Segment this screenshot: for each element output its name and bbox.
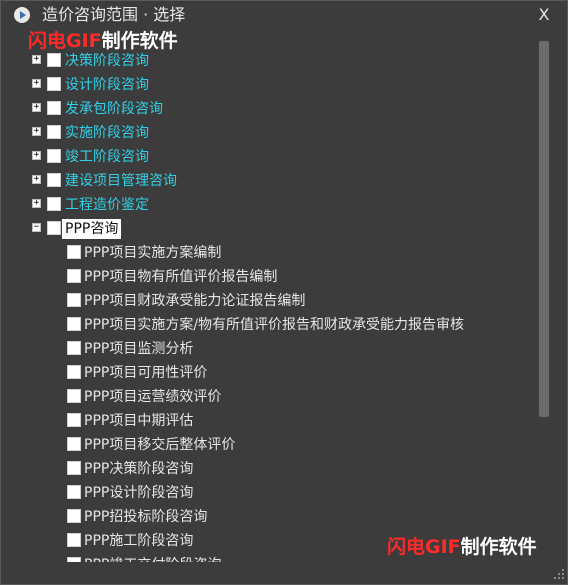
tree-item-label-selected[interactable]: PPP咨询 [62, 219, 122, 239]
tree-item-label[interactable]: 工程造价鉴定 [65, 193, 149, 217]
tree-item-ppp[interactable]: − PPP咨询 [29, 217, 534, 241]
tree-child-item[interactable]: PPP招投标阶段咨询 [29, 505, 534, 529]
checkbox[interactable] [67, 533, 81, 547]
app-arrow-icon [14, 7, 30, 23]
checkbox[interactable] [67, 485, 81, 499]
checkbox[interactable] [67, 269, 81, 283]
window-title: 造价咨询范围 · 选择 [42, 5, 186, 24]
tree-item-bidding[interactable]: + 发承包阶段咨询 [29, 97, 534, 121]
tree-child-item[interactable]: PPP设计阶段咨询 [29, 481, 534, 505]
checkbox[interactable] [67, 341, 81, 355]
tree-item-label[interactable]: 实施阶段咨询 [65, 121, 149, 145]
tree-child-label[interactable]: PPP决策阶段咨询 [84, 457, 193, 481]
checkbox[interactable] [67, 509, 81, 523]
tree-child-item[interactable]: PPP项目物有所值评价报告编制 [29, 265, 534, 289]
checkbox[interactable] [67, 293, 81, 307]
checkbox[interactable] [67, 317, 81, 331]
expand-icon[interactable]: + [32, 127, 41, 136]
scope-tree: + 决策阶段咨询 + 设计阶段咨询 + 发承包阶段咨询 + 实施阶段咨询 + 竣… [29, 49, 534, 562]
tree-child-label[interactable]: PPP项目财政承受能力论证报告编制 [84, 289, 305, 313]
tree-child-label[interactable]: PPP项目中期评估 [84, 409, 193, 433]
tree-child-item[interactable]: PPP决策阶段咨询 [29, 457, 534, 481]
expand-icon[interactable]: + [32, 151, 41, 160]
tree-child-label[interactable]: PPP招投标阶段咨询 [84, 505, 207, 529]
scrollbar-thumb[interactable] [539, 41, 549, 417]
expand-icon[interactable]: + [32, 199, 41, 208]
tree-item-label[interactable]: 设计阶段咨询 [65, 73, 149, 97]
tree-item-label[interactable]: 发承包阶段咨询 [65, 97, 163, 121]
tree-child-label[interactable]: PPP项目可用性评价 [84, 361, 207, 385]
tree-item-label[interactable]: 决策阶段咨询 [65, 49, 149, 73]
expand-icon[interactable]: + [32, 79, 41, 88]
tree-child-item[interactable]: PPP项目运营绩效评价 [29, 385, 534, 409]
tree-child-label[interactable]: PPP项目移交后整体评价 [84, 433, 235, 457]
tree-item-completion[interactable]: + 竣工阶段咨询 [29, 145, 534, 169]
tree-child-label[interactable]: PPP项目监测分析 [84, 337, 193, 361]
collapse-icon[interactable]: − [32, 223, 41, 232]
tree-child-item[interactable]: PPP项目移交后整体评价 [29, 433, 534, 457]
tree-item-implementation[interactable]: + 实施阶段咨询 [29, 121, 534, 145]
tree-child-label[interactable]: PPP项目运营绩效评价 [84, 385, 221, 409]
checkbox[interactable] [67, 245, 81, 259]
checkbox[interactable] [47, 197, 61, 211]
tree-child-item[interactable]: PPP项目实施方案编制 [29, 241, 534, 265]
tree-child-label[interactable]: PPP施工阶段咨询 [84, 529, 193, 553]
tree-child-label[interactable]: PPP项目物有所值评价报告编制 [84, 265, 277, 289]
tree-item-design[interactable]: + 设计阶段咨询 [29, 73, 534, 97]
tree-item-decision[interactable]: + 决策阶段咨询 [29, 49, 534, 73]
tree-child-label[interactable]: PPP竣工交付阶段咨询 [84, 553, 221, 562]
expand-icon[interactable]: + [32, 175, 41, 184]
tree-child-label[interactable]: PPP项目实施方案/物有所值评价报告和财政承受能力报告审核 [84, 313, 464, 337]
dialog-window: 造价咨询范围 · 选择 X 闪电GIF制作软件 + 决策阶段咨询 + 设计阶段咨… [0, 0, 568, 585]
checkbox[interactable] [47, 101, 61, 115]
checkbox[interactable] [67, 389, 81, 403]
tree-child-label[interactable]: PPP设计阶段咨询 [84, 481, 193, 505]
tree-child-item[interactable]: PPP项目财政承受能力论证报告编制 [29, 289, 534, 313]
resize-grip-icon[interactable] [552, 563, 566, 584]
checkbox[interactable] [67, 365, 81, 379]
tree-item-project-management[interactable]: + 建设项目管理咨询 [29, 169, 534, 193]
checkbox[interactable] [47, 125, 61, 139]
checkbox[interactable] [67, 437, 81, 451]
tree-item-label[interactable]: 竣工阶段咨询 [65, 145, 149, 169]
tree-child-item[interactable]: PPP项目实施方案/物有所值评价报告和财政承受能力报告审核 [29, 313, 534, 337]
checkbox[interactable] [47, 173, 61, 187]
watermark-white-text: 制作软件 [460, 536, 537, 558]
expand-icon[interactable]: + [32, 55, 41, 64]
close-button[interactable]: X [533, 4, 555, 26]
watermark-bottom: 闪电GIF制作软件 [387, 536, 537, 558]
tree-child-item[interactable]: PPP项目监测分析 [29, 337, 534, 361]
expand-icon[interactable]: + [32, 103, 41, 112]
checkbox[interactable] [47, 53, 61, 67]
tree-child-label[interactable]: PPP项目实施方案编制 [84, 241, 221, 265]
tree-item-cost-appraisal[interactable]: + 工程造价鉴定 [29, 193, 534, 217]
bottom-bar [1, 562, 537, 584]
checkbox[interactable] [47, 149, 61, 163]
watermark-red-text: 闪电GIF [387, 536, 461, 558]
tree-item-label[interactable]: 建设项目管理咨询 [65, 169, 177, 193]
checkbox[interactable] [47, 221, 61, 235]
checkbox[interactable] [67, 413, 81, 427]
checkbox[interactable] [47, 77, 61, 91]
vertical-scrollbar[interactable] [537, 41, 551, 578]
tree-child-item[interactable]: PPP项目可用性评价 [29, 361, 534, 385]
checkbox[interactable] [67, 461, 81, 475]
tree-child-item[interactable]: PPP项目中期评估 [29, 409, 534, 433]
title-bar: 造价咨询范围 · 选择 X [1, 1, 567, 29]
